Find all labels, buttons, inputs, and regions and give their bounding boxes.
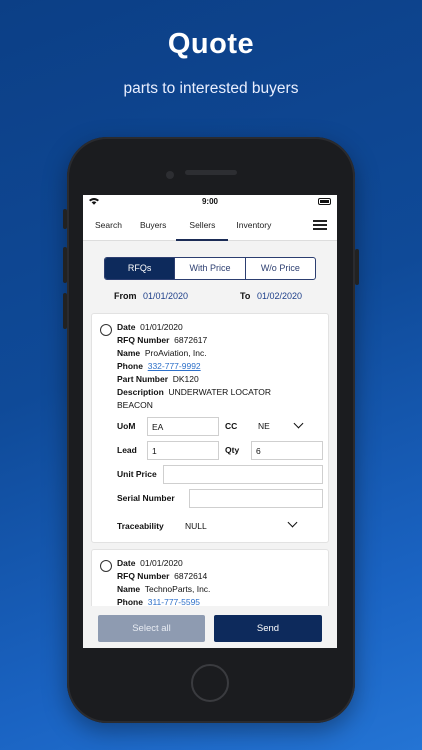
rfq-number: RFQ Number 6872617 bbox=[117, 335, 208, 345]
serial-number-input[interactable] bbox=[189, 489, 323, 508]
battery-icon bbox=[318, 198, 331, 205]
to-label: To bbox=[240, 291, 251, 301]
unit-price-label: Unit Price bbox=[117, 469, 157, 479]
tab-sellers[interactable]: Sellers bbox=[176, 209, 229, 241]
status-bar: 9:00 bbox=[83, 195, 337, 209]
app-screen: 9:00 Search Buyers Sellers Inventory RFQ… bbox=[83, 195, 337, 648]
rfq-filter-segments: RFQs With Price W/o Price bbox=[104, 257, 316, 280]
rfq-date: Date 01/01/2020 bbox=[117, 558, 183, 568]
home-button bbox=[191, 664, 229, 702]
rfq-name: Name TechnoParts, Inc. bbox=[117, 584, 211, 594]
power-button bbox=[355, 249, 359, 285]
traceability-value[interactable]: NULL bbox=[185, 521, 207, 531]
traceability-chevron-down-icon[interactable] bbox=[287, 517, 298, 528]
send-button[interactable]: Send bbox=[214, 615, 322, 642]
rfq-select-radio[interactable] bbox=[100, 560, 112, 572]
hero-subtitle: parts to interested buyers bbox=[123, 80, 299, 97]
segment-rfqs[interactable]: RFQs bbox=[105, 258, 176, 279]
cc-label: CC bbox=[225, 421, 238, 431]
tab-search[interactable]: Search bbox=[87, 209, 130, 241]
tab-buyers[interactable]: Buyers bbox=[132, 209, 174, 241]
rfq-date: Date 01/01/2020 bbox=[117, 322, 183, 332]
to-date[interactable]: 01/02/2020 bbox=[257, 291, 302, 301]
tab-inventory[interactable]: Inventory bbox=[228, 209, 279, 241]
rfq-select-radio[interactable] bbox=[100, 324, 112, 336]
speaker-grille bbox=[185, 170, 237, 175]
segment-without-price[interactable]: W/o Price bbox=[246, 258, 315, 279]
rfq-phone: Phone 332-777-9992 bbox=[117, 361, 201, 371]
rfq-name: Name ProAviation, Inc. bbox=[117, 348, 207, 358]
rfq-number: RFQ Number 6872614 bbox=[117, 571, 208, 581]
action-bar: Select all Send bbox=[83, 606, 337, 648]
select-all-button[interactable]: Select all bbox=[98, 615, 205, 642]
from-date[interactable]: 01/01/2020 bbox=[143, 291, 188, 301]
segment-with-price[interactable]: With Price bbox=[175, 258, 246, 279]
cc-value[interactable]: NE bbox=[258, 421, 270, 431]
mute-switch bbox=[63, 209, 67, 229]
hamburger-menu-icon[interactable] bbox=[313, 220, 327, 230]
qty-label: Qty bbox=[225, 445, 240, 455]
uom-input[interactable] bbox=[147, 417, 219, 436]
uom-label: UoM bbox=[117, 421, 136, 431]
rfq-card: Date 01/01/2020 RFQ Number 6872617 Name … bbox=[91, 313, 329, 543]
unit-price-input[interactable] bbox=[163, 465, 323, 484]
cc-chevron-down-icon[interactable] bbox=[293, 418, 304, 429]
rfq-description: Description UNDERWATER LOCATOR bbox=[117, 387, 271, 397]
rfq-description-cont: BEACON bbox=[117, 400, 153, 410]
lead-label: Lead bbox=[117, 445, 137, 455]
traceability-label: Traceability bbox=[117, 521, 164, 531]
status-time: 9:00 bbox=[201, 197, 218, 206]
volume-down-button bbox=[63, 293, 67, 329]
lead-input[interactable] bbox=[147, 441, 219, 460]
qty-input[interactable] bbox=[251, 441, 323, 460]
hero-title: Quote bbox=[167, 28, 255, 60]
phone-frame: 9:00 Search Buyers Sellers Inventory RFQ… bbox=[63, 137, 359, 723]
volume-up-button bbox=[63, 247, 67, 283]
camera-icon bbox=[166, 171, 174, 179]
rfq-part-number: Part Number DK120 bbox=[117, 374, 199, 384]
from-label: From bbox=[114, 291, 137, 301]
top-nav: Search Buyers Sellers Inventory bbox=[83, 209, 337, 241]
phone-link[interactable]: 332-777-9992 bbox=[148, 361, 201, 371]
serial-number-label: Serial Number bbox=[117, 493, 175, 503]
